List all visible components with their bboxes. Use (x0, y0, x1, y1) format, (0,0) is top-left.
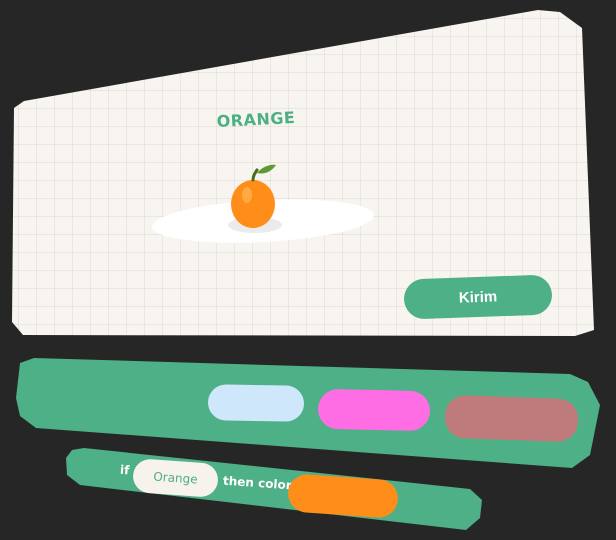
orange-icon (231, 164, 276, 228)
if-label: if (119, 462, 130, 478)
app-stage: ORANGE Kirim if Orange then color (0, 0, 616, 540)
swatch-pink[interactable] (317, 388, 431, 432)
swatch-rose[interactable] (444, 394, 579, 443)
swatch-light-blue[interactable] (207, 384, 305, 422)
kirim-button[interactable]: Kirim (403, 274, 553, 320)
fruit-name-field[interactable]: Orange (131, 458, 220, 498)
selected-color-chip[interactable] (286, 473, 400, 519)
